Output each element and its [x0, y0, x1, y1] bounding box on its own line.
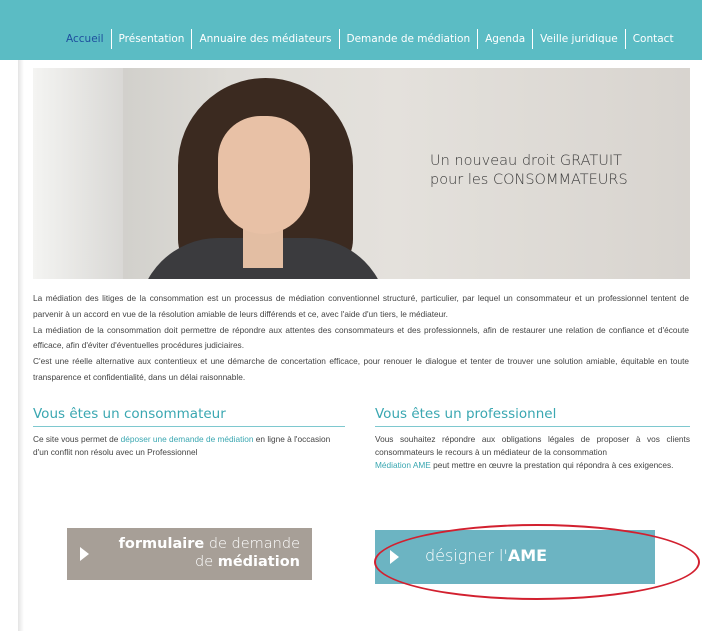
professional-text: Vous souhaitez répondre aux obligations …	[375, 433, 690, 472]
nav-item-presentation[interactable]: Présentation	[110, 29, 192, 49]
hero-line1-prefix: Un nouveau droit	[430, 153, 560, 169]
consumer-text: Ce site vous permet de déposer une deman…	[33, 433, 345, 459]
designate-ame-button-label: désigner l'AME	[425, 546, 547, 565]
page-shadow	[18, 60, 24, 631]
nav-item-veille[interactable]: Veille juridique	[532, 29, 625, 49]
play-arrow-icon	[80, 547, 89, 561]
consumer-title: Vous êtes un consommateur	[33, 406, 345, 427]
play-arrow-icon	[390, 550, 399, 564]
intro-text: La médiation des litiges de la consommat…	[33, 291, 689, 386]
nav-item-contact[interactable]: Contact	[624, 29, 681, 49]
form-label-rest-2: de	[195, 554, 218, 570]
ame-label-prefix: désigner l'	[425, 546, 508, 565]
top-navbar: Accueil Présentation Annuaire des médiat…	[0, 0, 702, 60]
mediation-form-button-label: formulaire de demande de médiation	[119, 535, 300, 571]
professional-text-1: Vous souhaitez répondre aux obligations …	[375, 434, 690, 457]
consumer-column: Vous êtes un consommateur Ce site vous p…	[33, 406, 345, 459]
nav-item-annuaire[interactable]: Annuaire des médiateurs	[191, 29, 338, 49]
intro-paragraph-3: C'est une réelle alternative aux content…	[33, 356, 689, 382]
nav-item-agenda[interactable]: Agenda	[477, 29, 532, 49]
ame-label-bold: AME	[507, 546, 548, 565]
consumer-request-link[interactable]: déposer une demande de médiation	[121, 434, 254, 444]
hero-line2-emph: CONSOMMATEURS	[492, 172, 628, 188]
hero-woman-face	[218, 116, 310, 234]
professional-text-2: peut mettre en œuvre la prestation qui r…	[430, 460, 674, 470]
form-label-bold-1: formulaire	[118, 536, 205, 552]
form-label-rest-1: de demande	[204, 536, 300, 552]
intro-paragraph-1: La médiation des litiges de la consommat…	[33, 293, 689, 319]
form-label-bold-2: médiation	[217, 554, 300, 570]
hero-title: Un nouveau droit GRATUIT pour les CONSOM…	[430, 152, 690, 190]
main-nav: Accueil Présentation Annuaire des médiat…	[66, 29, 681, 49]
hero-window-light	[33, 68, 123, 279]
hero-banner: Un nouveau droit GRATUIT pour les CONSOM…	[33, 68, 690, 279]
nav-item-demande[interactable]: Demande de médiation	[338, 29, 478, 49]
mediation-form-button[interactable]: formulaire de demande de médiation	[67, 528, 312, 580]
designate-ame-button[interactable]: désigner l'AME	[375, 530, 655, 584]
consumer-text-before: Ce site vous permet de	[33, 434, 121, 444]
mediation-ame-link[interactable]: Médiation AME	[375, 460, 431, 470]
hero-woman-neck	[243, 228, 283, 268]
intro-paragraph-2: La médiation de la consommation doit per…	[33, 324, 689, 351]
professional-title: Vous êtes un professionnel	[375, 406, 690, 427]
professional-column: Vous êtes un professionnel Vous souhaite…	[375, 406, 690, 472]
nav-item-accueil[interactable]: Accueil	[66, 29, 111, 49]
hero-line2-prefix: pour les	[430, 172, 493, 188]
hero-line1-emph: GRATUIT	[559, 153, 623, 169]
